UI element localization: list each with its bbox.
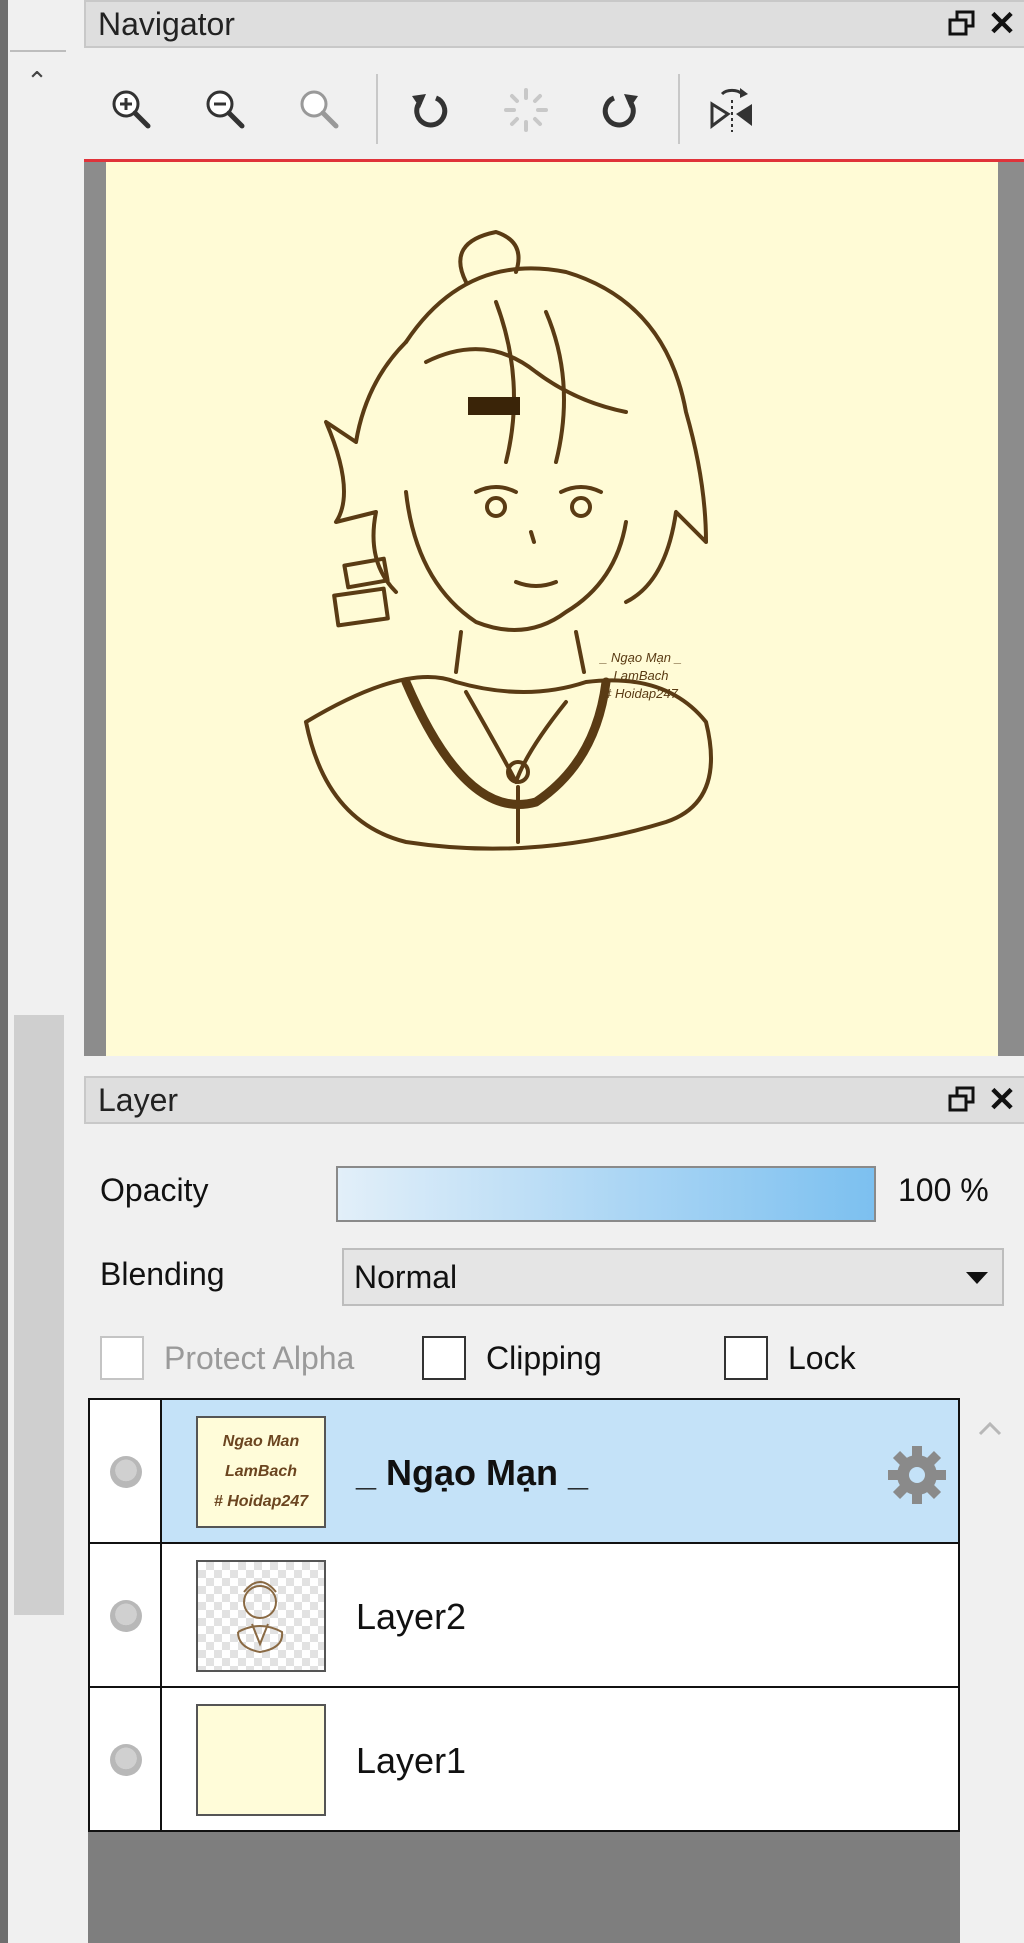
layer-name: Layer2 — [356, 1596, 467, 1637]
left-dock-scrollbar[interactable] — [14, 1015, 64, 1615]
rotate-right-icon[interactable] — [592, 82, 648, 138]
chevron-down-icon — [966, 1272, 988, 1284]
flip-horizontal-icon[interactable] — [704, 82, 760, 138]
visibility-toggle[interactable] — [90, 1400, 162, 1542]
navigator-title: Navigator — [98, 6, 235, 42]
layer-thumbnail: Ngao Man LamBach # Hoidap247 — [196, 1416, 326, 1528]
blending-select[interactable]: Normal — [342, 1248, 1004, 1306]
watermark-line-1: _ Ngạo Mạn _ — [598, 650, 682, 665]
layer-row[interactable]: Layer1 — [88, 1686, 960, 1832]
layer-name: Layer1 — [356, 1740, 467, 1781]
chevron-up-icon[interactable] — [972, 1412, 1008, 1448]
opacity-slider[interactable] — [336, 1166, 876, 1222]
chevron-up-icon[interactable]: ⌃ — [22, 66, 52, 96]
layer-panel-header[interactable]: Layer ✕ — [84, 1076, 1024, 1124]
protect-alpha-label: Protect Alpha — [164, 1340, 355, 1376]
lock-checkbox[interactable] — [724, 1336, 768, 1380]
rotate-left-icon[interactable] — [402, 82, 458, 138]
visibility-dot-icon — [110, 1744, 142, 1776]
navigator-toolbar — [84, 60, 1024, 158]
visibility-dot-icon — [110, 1456, 142, 1488]
clipping-checkbox[interactable] — [422, 1336, 466, 1380]
zoom-in-icon[interactable] — [104, 82, 160, 138]
opacity-label: Opacity — [100, 1172, 209, 1208]
layer-row[interactable]: Layer2 — [88, 1542, 960, 1688]
protect-alpha-checkbox[interactable] — [100, 1336, 144, 1380]
visibility-toggle[interactable] — [90, 1544, 162, 1686]
toolbar-separator — [678, 74, 680, 144]
rotate-reset-icon[interactable] — [498, 82, 554, 138]
layer-thumbnail — [196, 1704, 326, 1816]
layer-row[interactable]: Ngao Man LamBach # Hoidap247 _ Ngạo Mạn … — [88, 1398, 960, 1544]
thumb-text-2: LamBach — [225, 1463, 297, 1480]
blending-value: Normal — [354, 1259, 458, 1295]
layer-panel-title: Layer — [98, 1082, 179, 1118]
watermark-line-3: # Hoidap247 — [604, 686, 678, 701]
visibility-toggle[interactable] — [90, 1688, 162, 1830]
zoom-out-icon[interactable] — [198, 82, 254, 138]
clipping-label: Clipping — [486, 1340, 602, 1376]
gear-icon[interactable] — [882, 1440, 952, 1510]
navigator-preview[interactable]: _ Ngạo Mạn _ LamBach # Hoidap247 — [106, 162, 998, 1056]
layer-list[interactable]: Ngao Man LamBach # Hoidap247 _ Ngạo Mạn … — [88, 1398, 960, 1943]
left-dock-strip — [0, 0, 72, 1943]
thumb-text-1: Ngao Man — [223, 1433, 300, 1450]
left-dock-divider — [10, 50, 66, 52]
float-window-icon[interactable] — [944, 6, 980, 42]
visibility-dot-icon — [110, 1600, 142, 1632]
close-icon[interactable]: ✕ — [984, 6, 1020, 42]
watermark-line-2: LamBach — [614, 668, 669, 683]
float-window-icon[interactable] — [944, 1082, 980, 1118]
lock-label: Lock — [788, 1340, 856, 1376]
navigator-header[interactable]: Navigator ✕ — [84, 0, 1024, 48]
zoom-reset-icon[interactable] — [292, 82, 348, 138]
toolbar-separator — [376, 74, 378, 144]
canvas-artwork: _ Ngạo Mạn _ LamBach # Hoidap247 — [304, 230, 713, 851]
close-icon[interactable]: ✕ — [984, 1082, 1020, 1118]
blending-label: Blending — [100, 1256, 225, 1292]
layer-name: _ Ngạo Mạn _ — [356, 1452, 589, 1493]
opacity-value: 100 % — [898, 1172, 989, 1208]
thumb-text-3: # Hoidap247 — [214, 1493, 309, 1510]
left-dock-border — [0, 0, 8, 1943]
layer-thumbnail — [196, 1560, 326, 1672]
